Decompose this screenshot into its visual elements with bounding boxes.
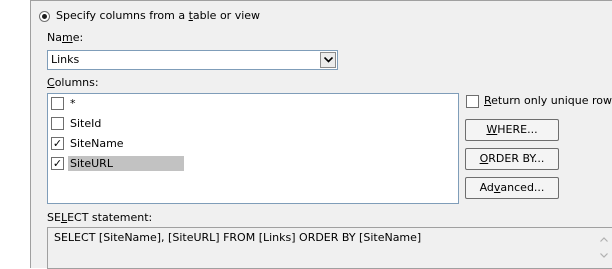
select-statement-box[interactable]: SELECT [SiteName], [SiteURL] FROM [Links… xyxy=(47,227,612,269)
unique-rows-checkbox[interactable] xyxy=(466,95,479,108)
checkbox-checked[interactable]: ✓ xyxy=(51,137,64,150)
columns-label: Columns: xyxy=(47,76,99,89)
select-statement-text: SELECT [SiteName], [SiteURL] FROM [Links… xyxy=(54,231,422,244)
select-statement-label: SELECT statement: xyxy=(47,211,153,224)
check-icon: ✓ xyxy=(52,137,63,150)
list-item[interactable]: * xyxy=(51,95,181,112)
chevron-down-icon[interactable] xyxy=(320,52,336,68)
scroll-up-icon[interactable] xyxy=(596,232,612,248)
checkbox[interactable] xyxy=(51,97,64,110)
checkbox-checked[interactable]: ✓ xyxy=(51,157,64,170)
advanced-button[interactable]: Advanced... xyxy=(465,177,559,199)
list-item[interactable]: SiteId xyxy=(51,115,181,132)
scroll-down-icon[interactable] xyxy=(596,248,612,264)
order-by-button[interactable]: ORDER BY... xyxy=(465,148,559,170)
columns-list[interactable]: * SiteId ✓ SiteName ✓ SiteURL xyxy=(47,93,459,204)
specify-columns-radio[interactable] xyxy=(39,11,50,22)
scrollbar[interactable] xyxy=(596,228,612,268)
checkbox[interactable] xyxy=(51,117,64,130)
check-icon: ✓ xyxy=(52,157,63,170)
list-item[interactable]: ✓ SiteName xyxy=(51,135,181,152)
specify-columns-label: Specify columns from a table or view xyxy=(56,9,261,22)
name-dropdown-value: Links xyxy=(51,53,80,66)
where-button[interactable]: WHERE... xyxy=(465,119,559,141)
name-label: Name: xyxy=(47,31,84,44)
list-item[interactable]: ✓ SiteURL xyxy=(51,155,184,172)
unique-rows-label: Return only unique rows xyxy=(484,94,612,107)
configure-select-panel: Specify columns from a table or view Nam… xyxy=(30,0,612,269)
name-dropdown[interactable]: Links xyxy=(47,50,338,70)
